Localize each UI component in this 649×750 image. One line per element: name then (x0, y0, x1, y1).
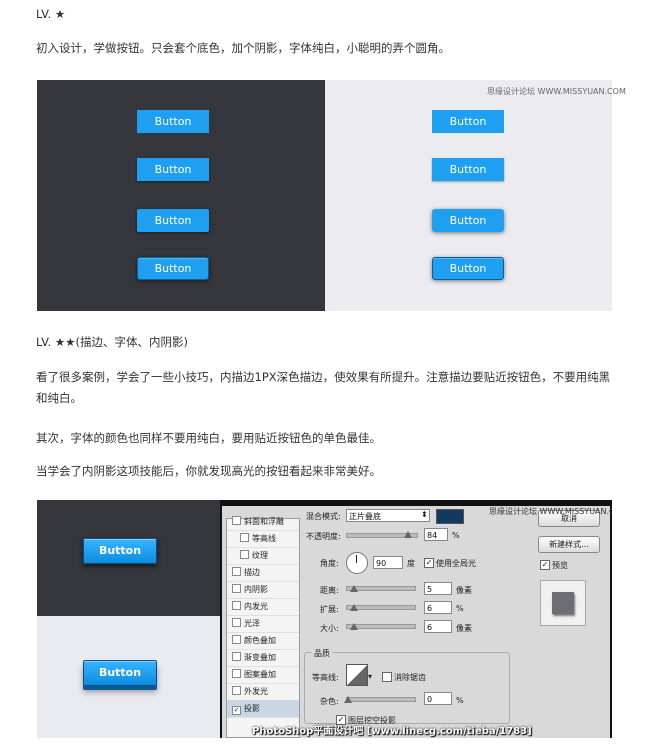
demo-button: Button (432, 110, 504, 133)
demo-button: Button (432, 257, 504, 280)
style-item[interactable]: 光泽 (227, 615, 299, 633)
quality-label: 品质 (312, 648, 332, 659)
preview-label: 预览 (552, 561, 568, 570)
px-unit: 像素 (456, 586, 472, 595)
size-field[interactable]: 6 (424, 620, 452, 633)
style-item[interactable]: 内阴影 (227, 581, 299, 599)
style-item[interactable]: 外发光 (227, 683, 299, 701)
preview-checkbox[interactable]: ✓ (540, 560, 550, 570)
shadow-color-swatch[interactable] (436, 509, 464, 524)
spread-field[interactable]: 6 (424, 601, 452, 614)
demo-button: Button (432, 158, 504, 181)
noise-label: 杂色: (320, 697, 339, 706)
slider-knob[interactable] (350, 585, 358, 592)
style-item-selected[interactable]: ✓ 投影 (227, 700, 299, 718)
blend-mode-label: 混合模式: (306, 512, 341, 521)
lv2-paragraph-2: 其次，字体的颜色也同样不要用纯白，要用贴近按钮色的单色最佳。 (36, 431, 381, 445)
light-background: 思缘设计论坛 WWW.MISSYUAN.COM Button Button Bu… (325, 80, 626, 311)
demo-button: Button (137, 110, 209, 133)
layer-style-dialog: 斜面和浮雕 等高线 纹理 描边 内阴影 内发光 光泽 颜色叠加 渐变叠加 图案叠… (222, 506, 610, 738)
size-label: 大小: (320, 624, 339, 633)
style-item[interactable]: 等高线 (227, 530, 299, 548)
dark-background: Button Button Button Button (37, 80, 325, 311)
percent-unit: % (456, 604, 464, 613)
shadow-settings: 混合模式: 正片叠底 ⬍ 不透明度: 84 % 角度: 90 度 ✓ 使用全局光… (302, 506, 524, 738)
global-light-label: 使用全局光 (436, 559, 476, 568)
demo-button: Button (432, 209, 504, 232)
global-light-checkbox[interactable]: ✓ (424, 558, 434, 568)
demo-button: Button (83, 660, 157, 686)
angle-field[interactable]: 90 (373, 556, 403, 569)
percent-unit: % (452, 531, 460, 540)
noise-field[interactable]: 0 (424, 692, 452, 705)
lv2-heading: LV. ★★(描边、字体、内阴影) (36, 335, 188, 349)
dark-background: Button (37, 500, 220, 616)
noise-slider[interactable] (346, 697, 416, 702)
blend-mode-select[interactable]: 正片叠底 (346, 509, 430, 522)
antialias-label: 消除锯齿 (394, 673, 426, 682)
style-item[interactable]: 图案叠加 (227, 666, 299, 684)
footer-watermark: PhotoShop平面设计吧 [www.linecg.com/tieba/178… (252, 726, 532, 737)
degree-unit: 度 (407, 559, 415, 568)
quality-group (304, 652, 510, 724)
distance-label: 距离: (320, 586, 339, 595)
demo-button: Button (137, 158, 209, 181)
style-item[interactable]: 斜面和浮雕 (227, 513, 299, 531)
style-item[interactable]: 渐变叠加 (227, 649, 299, 667)
style-item[interactable]: 内发光 (227, 598, 299, 616)
distance-field[interactable]: 5 (424, 582, 452, 595)
style-item[interactable]: 颜色叠加 (227, 632, 299, 650)
demo-panel-2: Button Button 斜面和浮雕 等高线 纹理 描边 内阴影 内发光 光泽… (37, 500, 612, 738)
chevron-down-icon: ⬍ (421, 510, 428, 519)
chevron-down-icon: ▾ (368, 672, 373, 681)
demo-button: Button (137, 257, 209, 280)
px-unit: 像素 (456, 624, 472, 633)
style-item[interactable]: 纹理 (227, 547, 299, 565)
lv1-heading: LV. ★ (36, 7, 66, 21)
antialias-checkbox[interactable] (382, 672, 392, 682)
style-item[interactable]: 描边 (227, 564, 299, 582)
contour-label: 等高线: (312, 673, 339, 682)
slider-knob[interactable] (350, 623, 358, 630)
slider-knob[interactable] (344, 696, 352, 703)
lv2-paragraph-1: 看了很多案例，学会了一些小技巧，内描边1PX深色描边，使效果有所提升。注意描边要… (36, 370, 611, 405)
demo-panel-1: Button Button Button Button 思缘设计论坛 WWW.M… (37, 80, 626, 311)
new-style-button[interactable]: 新建样式... (538, 536, 600, 553)
demo-button: Button (83, 538, 157, 564)
angle-label: 角度: (320, 559, 339, 568)
opacity-field[interactable]: 84 (424, 528, 448, 541)
contour-preview[interactable] (346, 664, 368, 686)
style-preview (540, 580, 586, 626)
opacity-label: 不透明度: (306, 532, 341, 541)
angle-dial[interactable] (346, 552, 368, 574)
lv2-paragraph-3: 当学会了内阴影这项技能后，你就发现高光的按钮看起来非常美好。 (36, 464, 381, 478)
lv1-description: 初入设计，学做按钮。只会套个底色，加个阴影，字体纯白，小聪明的弄个圆角。 (36, 41, 450, 55)
watermark: 思缘设计论坛 WWW.MISSYUAN.COM (489, 507, 612, 516)
light-background: Button (37, 616, 220, 738)
demo-button: Button (137, 209, 209, 232)
dialog-buttons: 取消 新建样式... ✓ 预览 (532, 506, 610, 738)
slider-knob[interactable] (404, 531, 412, 538)
spread-label: 扩展: (320, 605, 339, 614)
slider-knob[interactable] (350, 604, 358, 611)
percent-unit: % (456, 696, 464, 705)
styles-list: 斜面和浮雕 等高线 纹理 描边 内阴影 内发光 光泽 颜色叠加 渐变叠加 图案叠… (226, 516, 300, 738)
watermark: 思缘设计论坛 WWW.MISSYUAN.COM (487, 87, 626, 96)
